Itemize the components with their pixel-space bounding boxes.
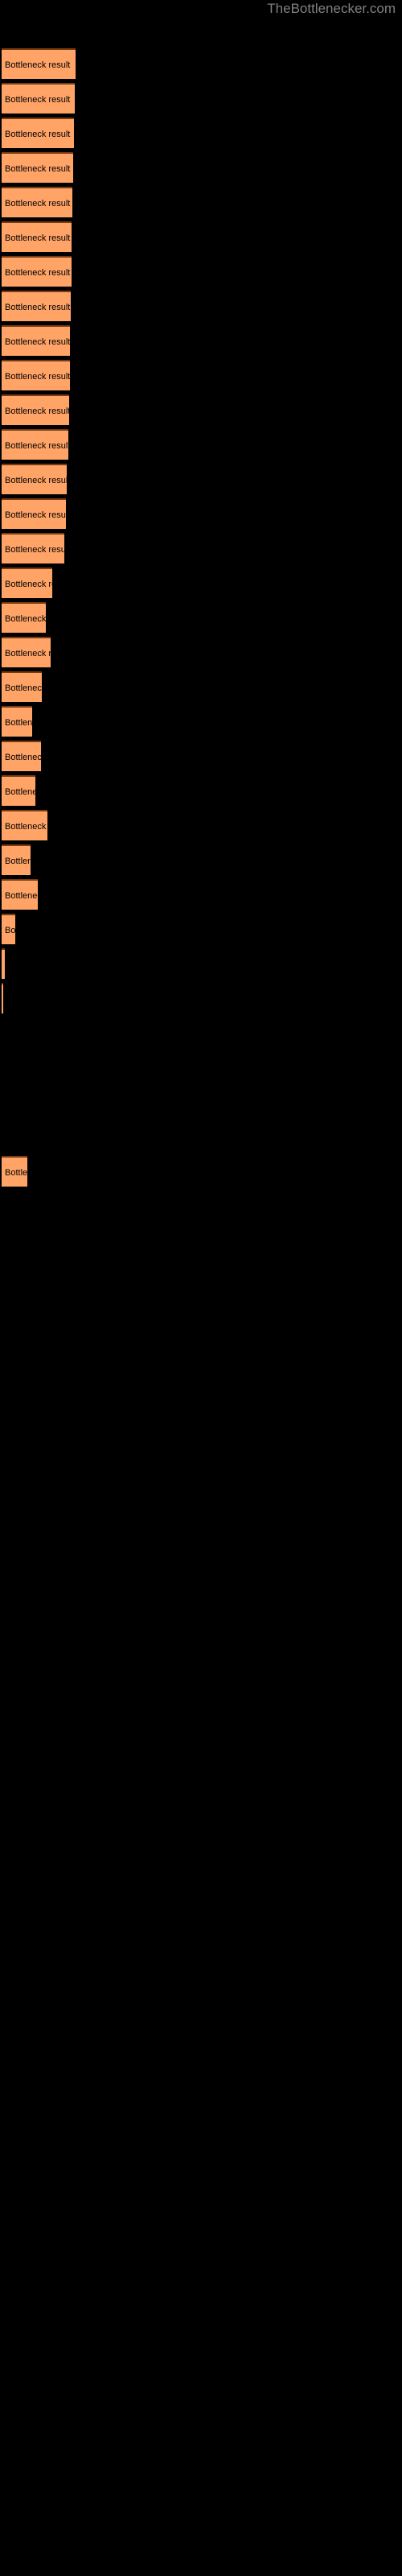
bar-row: Bottleneck result [2,568,52,598]
bar-row: Bottleneck result [2,775,35,806]
bar-row: Bottleneck result [2,187,72,217]
bar-label: Bottleneck result [5,476,67,485]
bar[interactable]: Bottleneck result [2,844,31,875]
bar[interactable]: Bottleneck result [2,152,73,183]
bar[interactable]: Bottleneck result [2,568,52,598]
bar-row: Bottleneck result [2,810,47,840]
bar-row: Bottleneck result [2,325,70,356]
bar-label: Bottleneck result [5,510,66,520]
bar[interactable]: Bottleneck result [2,325,70,356]
bar[interactable]: Bottleneck result [2,221,72,252]
bar-row: Bottleneck result [2,83,75,114]
bar-row: Bottleneck result [2,948,5,979]
bar[interactable]: Bottleneck result [2,983,3,1013]
bar-label: Bottleneck result [5,580,52,589]
bottleneck-chart: TheBottlenecker.com Bottleneck result Bot… [0,0,402,2576]
bar-row: Bottleneck result [2,671,42,702]
bar-label: Bottleneck result [5,303,71,312]
bar[interactable]: Bottleneck result [2,948,5,979]
bar-label: Bottleneck result [5,407,69,416]
bar-label: Bottleneck result [5,718,32,728]
bar[interactable]: Bottleneck result [2,464,67,494]
bar[interactable]: Bottleneck result [2,810,47,840]
bar-label: Bottleneck result [5,130,71,139]
bar[interactable]: Bottleneck result [2,775,35,806]
bar-label: Bottleneck result [5,614,46,624]
bar-row: Bottleneck result [2,983,3,1013]
bar[interactable]: Bottleneck result [2,187,72,217]
bar-label: Bottleneck result [5,233,71,243]
bar[interactable]: Bottleneck result [2,602,46,633]
bar[interactable]: Bottleneck result [2,637,51,667]
bar[interactable]: Bottleneck result [2,48,76,79]
bar-row: Bottleneck result [2,741,41,771]
bar-label: Bottleneck result [5,95,71,105]
bar[interactable]: Bottleneck result [2,83,75,114]
bar[interactable]: Bottleneck result [2,256,72,287]
bar-label: Bottleneck result [5,441,68,451]
bar-row: Bottleneck result [2,48,76,79]
bar[interactable]: Bottleneck result [2,498,66,529]
bar-label: Bottleneck result [5,164,71,174]
bar-label: Bottleneck result [5,891,38,901]
bar[interactable]: Bottleneck result [2,429,68,460]
bar-row: Bottleneck result [2,221,72,252]
bar-row: Bottleneck result [2,844,31,875]
bar-row: Bottleneck result [2,152,73,183]
bar-label: Bottleneck result [5,753,41,762]
bar[interactable]: Bottleneck result [2,360,70,390]
bar-label: Bottleneck result [5,926,15,935]
bar-label: Bottleneck result [5,372,70,382]
bar[interactable]: Bottleneck result [2,914,15,944]
bar-row: Bottleneck result [2,464,67,494]
bar[interactable]: Bottleneck result [2,291,71,321]
bar[interactable]: Bottleneck result [2,1156,27,1187]
bar-row: Bottleneck result [2,602,46,633]
bar[interactable]: Bottleneck result [2,671,42,702]
bar-label: Bottleneck result [5,649,51,658]
bar-row: Bottleneck result [2,706,32,737]
bar[interactable]: Bottleneck result [2,394,69,425]
bar-series-layer: Bottleneck result Bottleneck result Bottle… [0,0,402,2576]
bar-row: Bottleneck result [2,394,69,425]
bar-row: Bottleneck result [2,879,38,910]
bar-row: Bottleneck result [2,637,51,667]
bar-label: Bottleneck result [5,822,47,832]
bar-row: Bottleneck result [2,256,72,287]
bar[interactable]: Bottleneck result [2,118,74,148]
bar-row: Bottleneck result [2,533,64,564]
bar[interactable]: Bottleneck result [2,741,41,771]
bar[interactable]: Bottleneck result [2,706,32,737]
bar-label: Bottleneck result [5,683,42,693]
bar[interactable]: Bottleneck result [2,533,64,564]
bar-row: Bottleneck result [2,118,74,148]
bar-label: Bottleneck result [5,1168,27,1178]
bar-label: Bottleneck result [5,857,31,866]
bar-label: Bottleneck result [5,337,70,347]
bar-row: Bottleneck result [2,360,70,390]
bar-label: Bottleneck result [5,60,71,70]
bar-row: Bottleneck result [2,914,15,944]
bar-row: Bottleneck result [2,291,71,321]
bar-label: Bottleneck result [5,268,71,278]
bar-label: Bottleneck result [5,787,35,797]
bar-row: Bottleneck result [2,429,68,460]
bar[interactable]: Bottleneck result [2,879,38,910]
bar-label: Bottleneck result [5,199,71,208]
bar-label: Bottleneck result [5,545,64,555]
bar-row: Bottleneck result [2,1156,27,1187]
bar-row: Bottleneck result [2,498,66,529]
